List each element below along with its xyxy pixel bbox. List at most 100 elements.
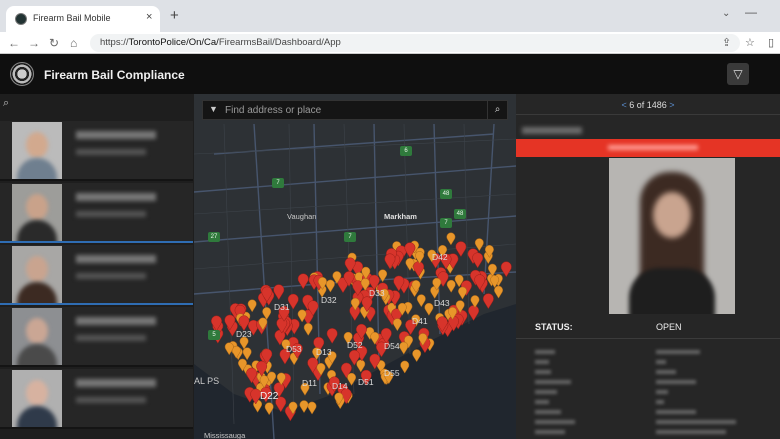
person-photo <box>12 370 62 427</box>
incident-pin[interactable] <box>392 318 402 332</box>
side-panel-icon[interactable]: ▯ <box>768 36 774 50</box>
person-name <box>76 255 156 263</box>
person-list-item[interactable] <box>0 245 193 305</box>
incident-pin[interactable] <box>500 261 512 278</box>
detail-field-row <box>535 390 765 397</box>
person-list-item[interactable] <box>0 121 193 181</box>
incident-pin[interactable] <box>247 299 257 313</box>
highway-shield: 48 <box>454 209 466 219</box>
search-options-caret-icon[interactable]: ▼ <box>209 104 218 114</box>
url-host: TorontoPolice/On/Ca/ <box>128 37 219 48</box>
highway-shield: 7 <box>272 178 284 188</box>
filter-button[interactable]: ▽ <box>727 63 749 85</box>
tab-title: Firearm Bail Mobile <box>33 13 111 23</box>
incident-pin[interactable] <box>326 279 335 293</box>
record-position: 6 of 1486 <box>629 100 667 110</box>
detail-field-row <box>535 380 765 387</box>
highway-shield: 7 <box>344 232 356 242</box>
incident-pin[interactable] <box>224 342 234 356</box>
app-title: Firearm Bail Compliance <box>44 68 185 82</box>
back-icon[interactable]: ← <box>8 36 20 50</box>
home-icon[interactable]: ⌂ <box>70 36 77 50</box>
divider <box>516 114 780 115</box>
incident-pin[interactable] <box>273 284 285 301</box>
incident-pin[interactable] <box>356 359 366 373</box>
person-name <box>76 317 156 325</box>
status-value: OPEN <box>656 322 682 332</box>
alert-banner-text <box>608 145 698 150</box>
incident-pin[interactable] <box>474 238 484 252</box>
person-list-item[interactable] <box>0 183 193 243</box>
division-label: D14 <box>332 381 348 391</box>
person-details <box>76 335 146 341</box>
person-photo <box>12 184 62 241</box>
person-list-item[interactable] <box>0 369 193 429</box>
incident-pin[interactable] <box>446 280 456 293</box>
highway-shield: 7 <box>440 218 452 228</box>
incident-pin[interactable] <box>455 241 467 258</box>
browser-tab[interactable]: Firearm Bail Mobile × <box>6 6 160 32</box>
incident-pin[interactable] <box>482 293 494 310</box>
reload-icon[interactable]: ↻ <box>49 36 59 50</box>
previous-record-button[interactable]: < <box>621 100 626 110</box>
status-label: STATUS: <box>535 322 573 332</box>
search-icon[interactable]: ⌕ <box>3 97 9 110</box>
new-tab-button[interactable]: + <box>170 8 179 23</box>
detail-field-row <box>535 430 765 437</box>
division-label: D33 <box>369 288 385 298</box>
person-details <box>76 397 146 403</box>
incident-pin[interactable] <box>242 347 252 361</box>
alert-banner <box>516 139 780 157</box>
app-header: Firearm Bail Compliance ▽ <box>0 54 780 94</box>
division-label: D54 <box>384 341 400 351</box>
map-view[interactable]: ▼ ⌕ 6 7 7 27 5 48 48 7 Vaughan Markham M… <box>194 94 516 439</box>
division-label: D43 <box>434 298 450 308</box>
incident-pin[interactable] <box>458 286 467 300</box>
division-label: D32 <box>321 295 337 305</box>
detail-person-photo <box>609 158 735 314</box>
division-label: D52 <box>347 340 363 350</box>
division-label: D51 <box>358 377 374 387</box>
division-label: D41 <box>412 316 428 326</box>
person-details <box>76 273 146 279</box>
address-search-input[interactable] <box>225 102 485 119</box>
detail-field-row <box>535 420 765 427</box>
person-list-item[interactable] <box>0 307 193 367</box>
incident-pin[interactable] <box>472 252 484 269</box>
detail-field-row <box>535 370 765 377</box>
highway-shield: 6 <box>400 146 412 156</box>
forward-icon[interactable]: → <box>28 36 40 50</box>
map-canvas[interactable] <box>194 94 516 439</box>
next-record-button[interactable]: > <box>669 100 674 110</box>
url-text: https://TorontoPolice/On/Ca/FirearmsBail… <box>100 37 341 48</box>
division-label: D11 <box>302 378 317 388</box>
person-photo <box>12 246 62 303</box>
police-logo <box>10 62 34 86</box>
share-icon[interactable]: ⇪ <box>722 36 731 50</box>
police-badge-icon <box>15 13 27 25</box>
filter-icon: ▽ <box>733 67 743 81</box>
tab-search-icon[interactable]: ⌄ <box>722 8 730 19</box>
minimize-icon[interactable]: — <box>745 5 757 19</box>
person-photo <box>12 308 62 365</box>
incident-pin[interactable] <box>303 323 313 336</box>
incident-pin[interactable] <box>446 232 456 246</box>
incident-pin[interactable] <box>416 294 426 308</box>
place-label-alps: AL PS <box>194 376 220 386</box>
bookmark-star-icon[interactable]: ☆ <box>745 36 755 50</box>
browser-tab-strip: Firearm Bail Mobile × + ⌄ — <box>0 0 780 32</box>
incident-pin[interactable] <box>424 303 434 316</box>
place-label-mississauga: Mississauga <box>204 431 246 439</box>
close-tab-icon[interactable]: × <box>146 11 152 23</box>
detail-person-name <box>522 127 582 134</box>
incident-pin[interactable] <box>494 285 503 299</box>
incident-pin[interactable] <box>399 341 409 355</box>
address-bar[interactable]: https://TorontoPolice/On/Ca/FirearmsBail… <box>90 34 740 52</box>
person-name <box>76 379 156 387</box>
map-search-bar: ▼ ⌕ <box>202 100 508 120</box>
incident-pin[interactable] <box>326 328 338 344</box>
divider <box>516 338 780 339</box>
person-details <box>76 149 146 155</box>
incident-pin[interactable] <box>297 273 309 290</box>
search-icon[interactable]: ⌕ <box>487 101 507 119</box>
